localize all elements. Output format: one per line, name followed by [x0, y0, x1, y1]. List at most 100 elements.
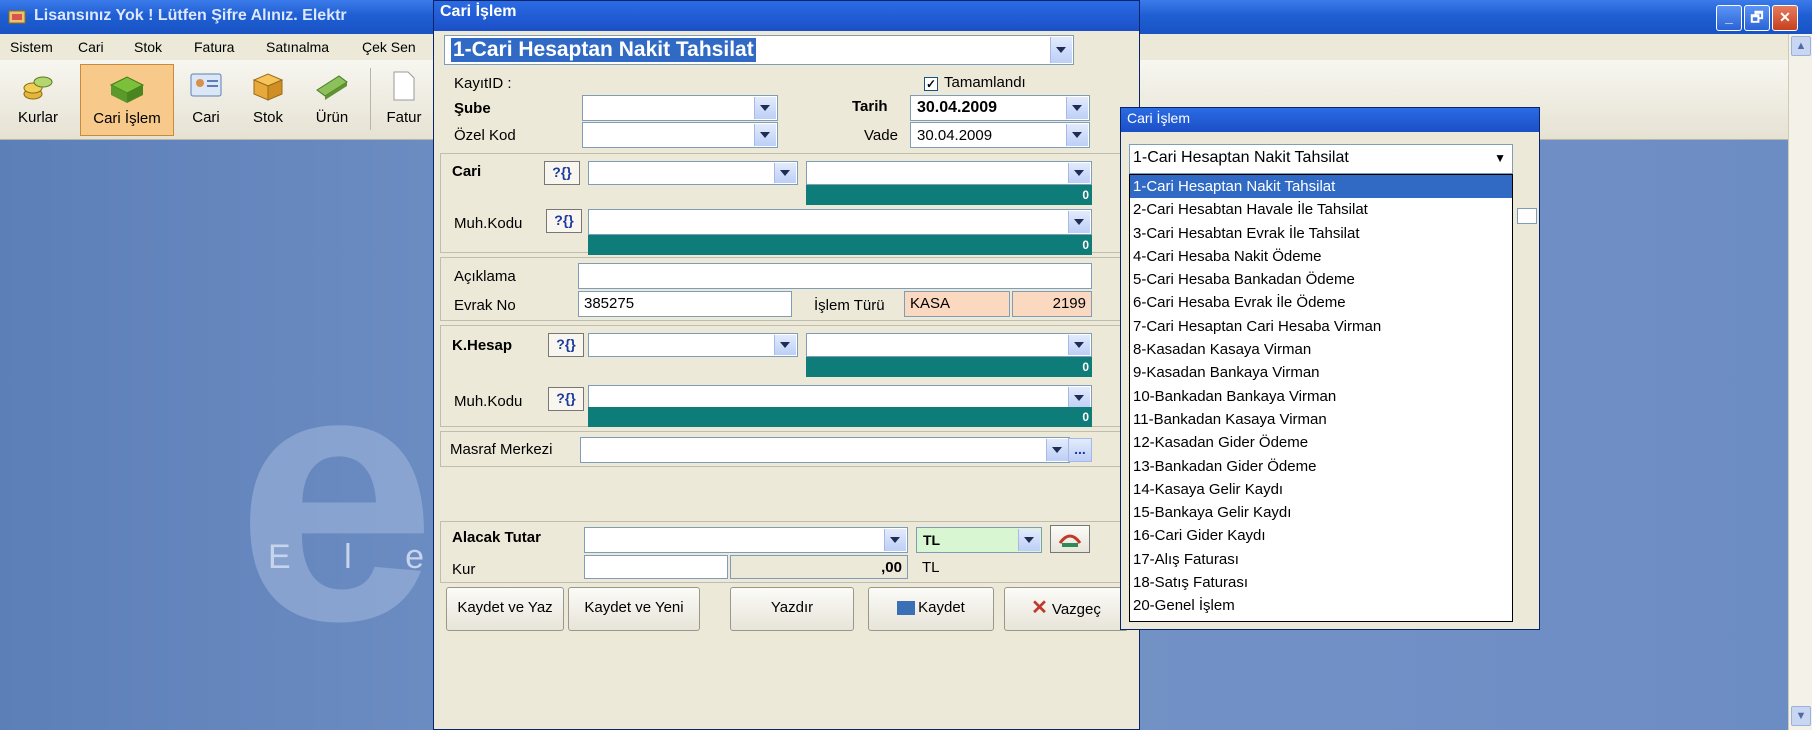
scroll-down-icon[interactable]: ▼ [1791, 706, 1811, 726]
ozel-kod-select[interactable] [582, 122, 778, 148]
currency-select[interactable]: TL [916, 527, 1042, 553]
menu-cari[interactable]: Cari [78, 39, 104, 55]
kur-input[interactable] [584, 555, 728, 579]
chevron-down-icon[interactable] [1068, 335, 1090, 355]
dropdown-option[interactable]: 20-Genel İşlem [1130, 594, 1512, 617]
chevron-down-icon[interactable] [754, 124, 776, 146]
toolbar-stok[interactable]: Stok [240, 64, 296, 134]
toolbar-cari-label: Cari [192, 109, 220, 126]
aciklama-input[interactable] [578, 263, 1092, 289]
money-box-icon [109, 76, 145, 103]
cancel-icon: ✕ [1031, 597, 1048, 619]
restore-button[interactable]: 🗗 [1744, 5, 1770, 31]
dropdown-option[interactable]: 15-Bankaya Gelir Kaydı [1130, 501, 1512, 524]
dropdown-option[interactable]: 5-Cari Hesaba Bankadan Ödeme [1130, 268, 1512, 291]
toolbar-fatura[interactable]: Fatur [376, 64, 432, 134]
muh-kodu2-lookup-icon[interactable]: ?{} [548, 387, 584, 411]
islem-turu-code: 2199 [1012, 291, 1092, 317]
dropdown-option[interactable]: 7-Cari Hesaptan Cari Hesaba Virman [1130, 315, 1512, 338]
box-icon [252, 73, 284, 101]
cari-islem-title: Cari İşlem [434, 1, 1139, 31]
masraf-merkezi-select[interactable] [580, 437, 1070, 463]
menu-fatura[interactable]: Fatura [194, 39, 234, 55]
dropdown-option[interactable]: 16-Cari Gider Kaydı [1130, 524, 1512, 547]
masraf-ellipsis-button[interactable]: ... [1068, 438, 1092, 462]
chevron-down-icon[interactable] [884, 529, 906, 551]
menu-cek-senet[interactable]: Çek Sen [362, 39, 416, 55]
kaydet-button[interactable]: Kaydet [868, 587, 994, 631]
dropdown-option[interactable]: 1-Cari Hesaptan Nakit Tahsilat [1130, 175, 1512, 199]
tamamlandi-checkbox[interactable]: ✓ [924, 77, 938, 91]
exchange-rate-button[interactable] [1050, 525, 1090, 553]
dropdown-option[interactable]: 2-Cari Hesabtan Havale İle Tahsilat [1130, 198, 1512, 221]
vazgec-button[interactable]: ✕ Vazgeç [1004, 587, 1128, 631]
muh-kodu-select[interactable] [588, 209, 1092, 235]
kaydet-ve-yaz-button[interactable]: Kaydet ve Yaz [446, 587, 564, 631]
dropdown-option[interactable]: 4-Cari Hesaba Nakit Ödeme [1130, 245, 1512, 268]
islem-type-select[interactable]: 1-Cari Hesaptan Nakit Tahsilat [444, 35, 1074, 65]
menu-stok[interactable]: Stok [134, 39, 162, 55]
chevron-down-icon[interactable] [1046, 439, 1068, 461]
kur-amount: ,00 [730, 555, 908, 579]
islem-type-dropdown-list: 1-Cari Hesaptan Nakit Tahsilat 2-Cari He… [1129, 174, 1513, 622]
khesap-name-select[interactable] [806, 333, 1092, 357]
main-vertical-scrollbar[interactable]: ▲ ▼ [1788, 34, 1812, 730]
dropdown-option[interactable]: 6-Cari Hesaba Evrak İle Ödeme [1130, 291, 1512, 314]
cari-code-select[interactable] [588, 161, 798, 185]
chevron-down-icon[interactable] [1018, 529, 1040, 551]
vade-picker[interactable]: 30.04.2009 [910, 122, 1090, 148]
dropdown-option[interactable]: 18-Satış Faturası [1130, 571, 1512, 594]
chevron-down-icon[interactable] [774, 163, 796, 183]
dropdown-option[interactable]: 13-Bankadan Gider Ödeme [1130, 455, 1512, 478]
close-button[interactable]: ✕ [1772, 5, 1798, 31]
cari-islem-title-2: Cari İşlem [1121, 108, 1539, 132]
scroll-up-icon[interactable]: ▲ [1791, 36, 1811, 56]
contact-card-icon [190, 73, 222, 97]
chevron-down-icon[interactable] [1050, 37, 1072, 63]
tarih-picker[interactable]: 30.04.2009 [910, 95, 1090, 121]
cari-name-select[interactable] [806, 161, 1092, 185]
toolbar-kurlar[interactable]: Kurlar [6, 64, 70, 134]
kaydet-ve-yeni-button[interactable]: Kaydet ve Yeni [568, 587, 700, 631]
dropdown-option[interactable]: 10-Bankadan Bankaya Virman [1130, 385, 1512, 408]
muh-kodu-lookup-icon[interactable]: ?{} [546, 209, 582, 233]
menu-satinalma[interactable]: Satınalma [266, 39, 329, 55]
islem-type-value: 1-Cari Hesaptan Nakit Tahsilat [451, 38, 756, 62]
toolbar-cari[interactable]: Cari [180, 64, 232, 134]
dropdown-option[interactable]: 3-Cari Hesabtan Evrak İle Tahsilat [1130, 222, 1512, 245]
ozel-kod-label: Özel Kod [454, 127, 516, 144]
currency-exchange-icon [1058, 534, 1082, 547]
alacak-tutar-input[interactable] [584, 527, 908, 553]
chevron-down-icon[interactable] [1068, 163, 1090, 183]
islem-type-select-2[interactable]: 1-Cari Hesaptan Nakit Tahsilat ▼ [1129, 144, 1513, 174]
muh-kodu2-balance-bar: 0 [588, 407, 1092, 427]
cari-lookup-icon[interactable]: ?{} [544, 161, 580, 185]
toolbar-urun-label: Ürün [315, 109, 349, 126]
evrak-no-input[interactable]: 385275 [578, 291, 792, 317]
khesap-code-select[interactable] [588, 333, 798, 357]
dropdown-option[interactable]: 8-Kasadan Kasaya Virman [1130, 338, 1512, 361]
chevron-down-icon[interactable] [774, 335, 796, 355]
chevron-down-icon[interactable] [1066, 97, 1088, 119]
dropdown-option[interactable]: 12-Kasadan Gider Ödeme [1130, 431, 1512, 454]
dropdown-option[interactable]: 11-Bankadan Kasaya Virman [1130, 408, 1512, 431]
yazdir-button[interactable]: Yazdır [730, 587, 854, 631]
dropdown-option[interactable]: 9-Kasadan Bankaya Virman [1130, 361, 1512, 384]
menu-sistem[interactable]: Sistem [10, 39, 53, 55]
chevron-down-icon[interactable]: ▼ [1494, 151, 1506, 165]
toolbar-cari-islem[interactable]: Cari İşlem [80, 64, 174, 136]
toolbar-urun[interactable]: Ürün [304, 64, 360, 134]
minimize-button[interactable]: _ [1716, 5, 1742, 31]
khesap-lookup-icon[interactable]: ?{} [548, 333, 584, 357]
chevron-down-icon[interactable] [1068, 211, 1090, 233]
chevron-down-icon[interactable] [1068, 387, 1090, 409]
chevron-down-icon[interactable] [754, 97, 776, 119]
main-window-title: Lisansınız Yok ! Lütfen Şifre Alınız. El… [34, 7, 347, 24]
dropdown-option[interactable]: 17-Alış Faturası [1130, 548, 1512, 571]
chevron-down-icon[interactable] [1066, 124, 1088, 146]
islem-turu-label: İşlem Türü [814, 297, 885, 314]
muh-kodu2-label: Muh.Kodu [454, 393, 523, 410]
dropdown-option[interactable]: 14-Kasaya Gelir Kaydı [1130, 478, 1512, 501]
sube-select[interactable] [582, 95, 778, 121]
currency-value: TL [923, 532, 941, 548]
